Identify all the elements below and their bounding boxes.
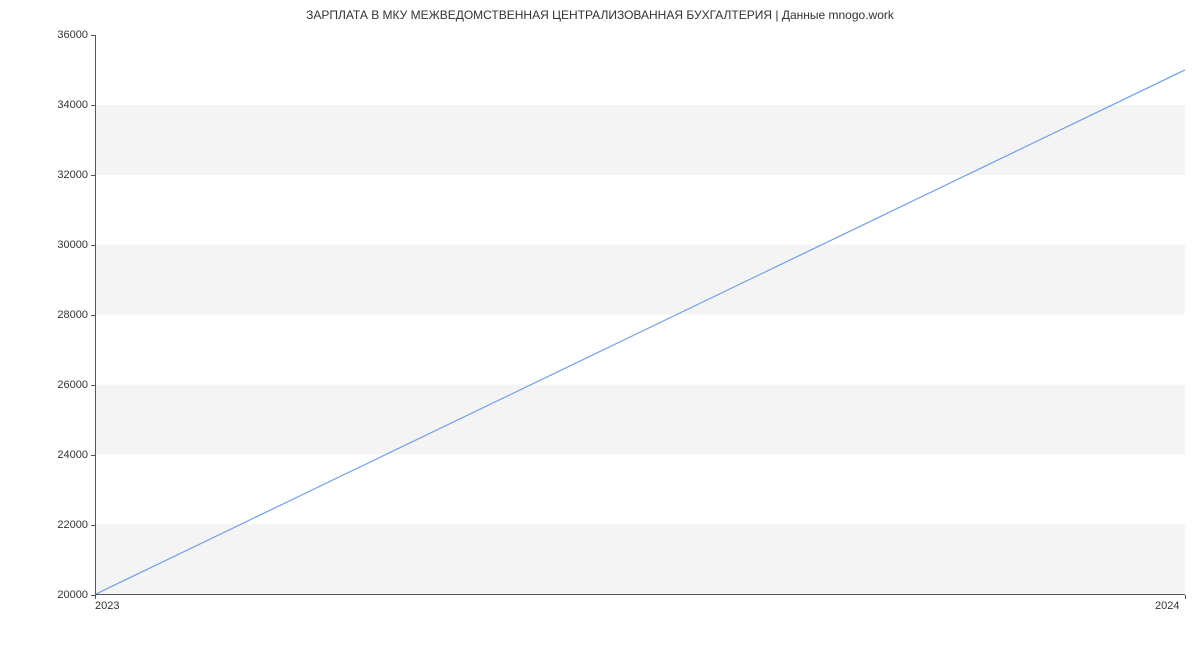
y-tick-label: 32000 [57,169,88,181]
chart-title: ЗАРПЛАТА В МКУ МЕЖВЕДОМСТВЕННАЯ ЦЕНТРАЛИ… [0,8,1200,22]
y-tick-label: 26000 [57,379,88,391]
x-tick-label: 2024 [1155,600,1179,612]
y-tick-label: 20000 [57,589,88,601]
y-tick-label: 22000 [57,519,88,531]
line-series [96,35,1185,594]
y-tick-label: 34000 [57,99,88,111]
x-tick-label: 2023 [95,600,119,612]
plot-area [95,35,1185,595]
y-tick-label: 24000 [57,449,88,461]
y-tick-label: 36000 [57,29,88,41]
y-tick-label: 28000 [57,309,88,321]
y-tick-label: 30000 [57,239,88,251]
